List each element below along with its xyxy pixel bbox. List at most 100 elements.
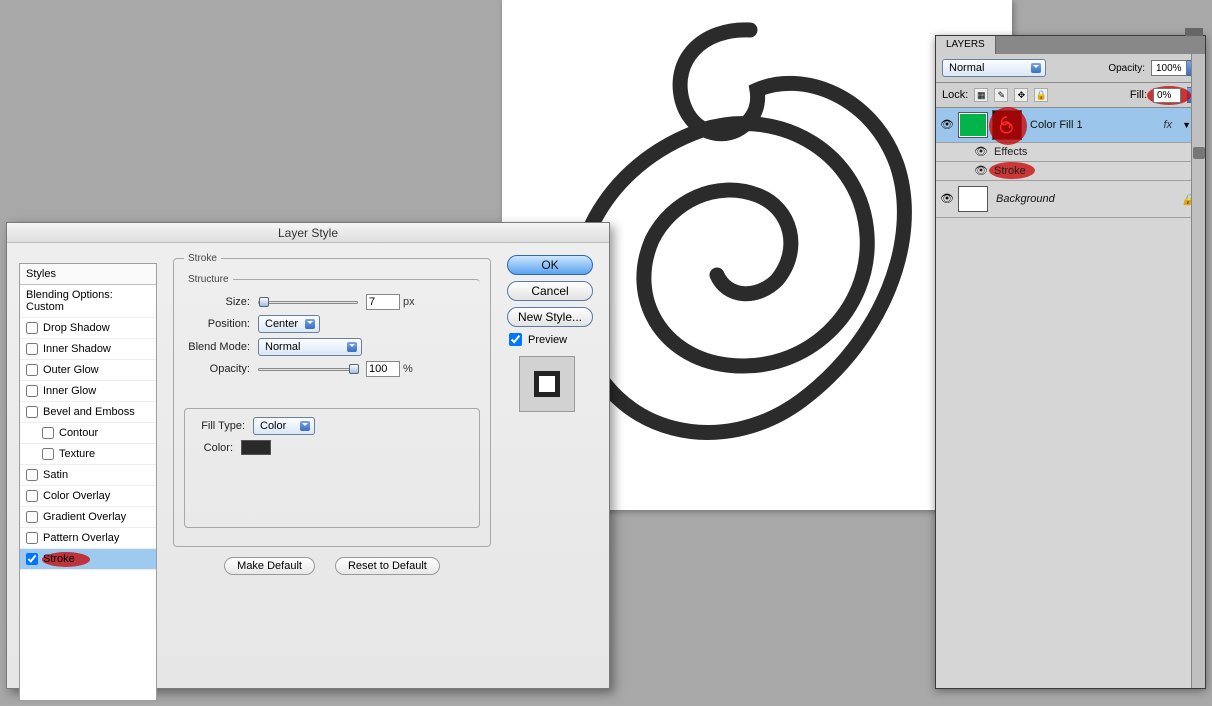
visibility-eye-icon[interactable]: 👁 [940, 118, 954, 132]
visibility-eye-icon[interactable]: 👁 [974, 145, 988, 159]
layer-opacity-input[interactable] [1151, 60, 1187, 76]
ok-button[interactable]: OK [507, 255, 593, 275]
stroke-opacity-unit: % [403, 363, 413, 375]
style-contour[interactable]: Contour [20, 423, 156, 444]
panel-menu-icon[interactable] [1185, 28, 1203, 36]
checkbox-texture[interactable] [42, 448, 54, 460]
fill-fieldset: Fill Type: Color Color: [184, 408, 480, 528]
style-bevel-emboss[interactable]: Bevel and Emboss [20, 402, 156, 423]
preview-checkbox[interactable] [509, 333, 522, 346]
checkbox-gradient-overlay[interactable] [26, 511, 38, 523]
layer-opacity-label: Opacity: [1108, 63, 1145, 74]
layer-blendmode-select[interactable]: Normal [942, 59, 1046, 77]
label-satin: Satin [43, 469, 68, 481]
stroke-opacity-input[interactable] [366, 361, 400, 377]
lock-all-icon[interactable]: 🔒 [1034, 88, 1048, 102]
blending-options-row[interactable]: Blending Options: Custom [20, 285, 156, 318]
dialog-title: Layer Style [7, 223, 609, 243]
label-outer-glow: Outer Glow [43, 364, 99, 376]
position-select[interactable]: Center [258, 315, 320, 333]
checkbox-satin[interactable] [26, 469, 38, 481]
structure-legend: Structure [184, 274, 233, 285]
structure-fieldset: Structure Size: px Position: Center Blen… [184, 274, 480, 388]
label-contour: Contour [59, 427, 98, 439]
layer-name: Background [996, 193, 1055, 205]
checkbox-color-overlay[interactable] [26, 490, 38, 502]
checkbox-inner-shadow[interactable] [26, 343, 38, 355]
lock-move-icon[interactable]: ✥ [1014, 88, 1028, 102]
style-drop-shadow[interactable]: Drop Shadow [20, 318, 156, 339]
checkbox-pattern-overlay[interactable] [26, 532, 38, 544]
reset-default-button[interactable]: Reset to Default [335, 557, 440, 575]
blendmode-value: Normal [265, 341, 300, 353]
preview-thumbnail [519, 356, 575, 412]
style-inner-glow[interactable]: Inner Glow [20, 381, 156, 402]
style-texture[interactable]: Texture [20, 444, 156, 465]
filltype-label: Fill Type: [195, 420, 245, 432]
style-inner-shadow[interactable]: Inner Shadow [20, 339, 156, 360]
stroke-settings: Stroke Structure Size: px Position: Cent… [173, 253, 491, 575]
checkbox-stroke[interactable] [26, 553, 38, 565]
size-input[interactable] [366, 294, 400, 310]
label-bevel-emboss: Bevel and Emboss [43, 406, 135, 418]
style-gradient-overlay[interactable]: Gradient Overlay [20, 507, 156, 528]
layer-mask-thumbnail[interactable] [992, 110, 1022, 140]
label-drop-shadow: Drop Shadow [43, 322, 110, 334]
cancel-button[interactable]: Cancel [507, 281, 593, 301]
layer-fill-input[interactable] [1153, 88, 1181, 103]
make-default-button[interactable]: Make Default [224, 557, 315, 575]
label-stroke: Stroke [43, 553, 75, 565]
checkbox-bevel-emboss[interactable] [26, 406, 38, 418]
preview-label: Preview [528, 334, 567, 346]
layer-thumbnail[interactable] [958, 112, 988, 138]
size-slider[interactable] [258, 301, 358, 304]
layer-row-color-fill[interactable]: 👁 Color Fill 1 fx ▼ [936, 108, 1205, 143]
stroke-opacity-label: Opacity: [184, 363, 250, 375]
layers-tabbar: LAYERS [936, 36, 1205, 54]
layer-blendmode-value: Normal [949, 62, 984, 74]
checkbox-drop-shadow[interactable] [26, 322, 38, 334]
layer-style-dialog: Layer Style Styles Blending Options: Cus… [6, 222, 610, 689]
lock-label: Lock: [942, 89, 968, 101]
checkbox-contour[interactable] [42, 427, 54, 439]
layer-fill-label: Fill: [1130, 89, 1147, 101]
layers-tab[interactable]: LAYERS [936, 36, 996, 54]
layers-controls-row: Normal Opacity: ▾ [936, 54, 1205, 83]
style-outer-glow[interactable]: Outer Glow [20, 360, 156, 381]
checkbox-outer-glow[interactable] [26, 364, 38, 376]
layer-row-background[interactable]: 👁 Background 🔒 [936, 181, 1205, 218]
style-pattern-overlay[interactable]: Pattern Overlay [20, 528, 156, 549]
lock-row: Lock: ▦ ✎ ✥ 🔒 Fill: ▾ [936, 83, 1205, 108]
blendmode-label: Blend Mode: [184, 341, 250, 353]
fx-icon[interactable]: fx [1164, 119, 1179, 131]
layers-scrollbar[interactable] [1191, 54, 1205, 688]
label-inner-glow: Inner Glow [43, 385, 96, 397]
layer-name: Color Fill 1 [1030, 119, 1083, 131]
size-unit: px [403, 296, 415, 308]
visibility-eye-icon[interactable]: 👁 [974, 164, 988, 178]
visibility-eye-icon[interactable]: 👁 [940, 192, 954, 206]
stroke-fieldset: Stroke Structure Size: px Position: Cent… [173, 253, 491, 547]
style-color-overlay[interactable]: Color Overlay [20, 486, 156, 507]
position-value: Center [265, 318, 298, 330]
stroke-effect-label: Stroke [994, 165, 1026, 177]
checkbox-inner-glow[interactable] [26, 385, 38, 397]
stroke-effect-sublayer[interactable]: 👁 Stroke [936, 162, 1205, 181]
stroke-opacity-slider[interactable] [258, 368, 358, 371]
blending-options-label: Blending Options: Custom [26, 289, 150, 313]
filltype-select[interactable]: Color [253, 417, 315, 435]
stroke-color-label: Color: [195, 442, 233, 454]
size-label: Size: [184, 296, 250, 308]
style-satin[interactable]: Satin [20, 465, 156, 486]
label-color-overlay: Color Overlay [43, 490, 110, 502]
new-style-button[interactable]: New Style... [507, 307, 593, 327]
dialog-buttons: OK Cancel New Style... Preview [507, 255, 599, 412]
style-stroke[interactable]: Stroke [20, 549, 156, 570]
lock-paint-icon[interactable]: ✎ [994, 88, 1008, 102]
blendmode-select[interactable]: Normal [258, 338, 362, 356]
layer-thumbnail[interactable] [958, 186, 988, 212]
stroke-color-swatch[interactable] [241, 440, 271, 455]
effects-sublayer[interactable]: 👁 Effects [936, 143, 1205, 162]
layers-blank-area [936, 218, 1205, 688]
lock-transparency-icon[interactable]: ▦ [974, 88, 988, 102]
